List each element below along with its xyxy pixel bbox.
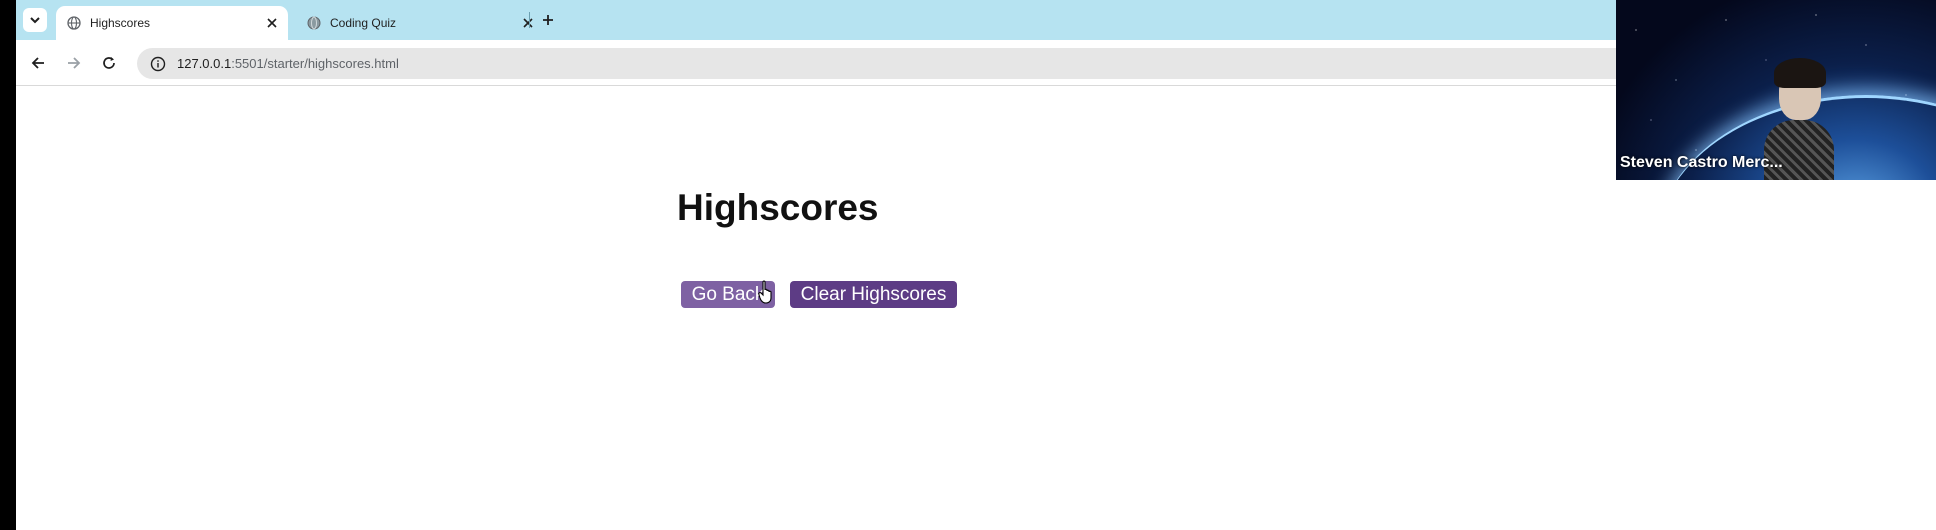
- tab-search-button[interactable]: [23, 8, 47, 32]
- tab-highscores[interactable]: Highscores: [56, 6, 288, 40]
- reload-button[interactable]: [96, 50, 122, 76]
- webcam-overlay: Steven Castro Merc...: [1616, 0, 1936, 180]
- url-text: 127.0.0.1:5501/starter/highscores.html: [177, 56, 399, 71]
- arrow-right-icon: [68, 57, 81, 69]
- tab-coding-quiz[interactable]: Coding Quiz: [296, 6, 544, 40]
- new-tab-button[interactable]: [536, 8, 560, 32]
- page-title: Highscores: [677, 187, 879, 228]
- arrow-left-icon: [31, 57, 44, 69]
- tab-title: Highscores: [90, 16, 151, 30]
- tab-title: Coding Quiz: [330, 16, 397, 30]
- tab-separator: [529, 12, 530, 28]
- reload-icon: [103, 57, 115, 69]
- clear-highscores-button[interactable]: Clear Highscores: [790, 281, 957, 308]
- globe-icon: [306, 15, 322, 31]
- address-bar[interactable]: 127.0.0.1:5501/starter/highscores.html: [137, 48, 1737, 79]
- chevron-down-icon: [30, 17, 40, 24]
- hand-pointer-icon: [758, 280, 772, 304]
- presenter-name: Steven Castro Merc...: [1620, 154, 1783, 171]
- url-path: :5501/starter/highscores.html: [231, 56, 399, 71]
- close-icon[interactable]: [518, 13, 538, 33]
- url-host: 127.0.0.1: [177, 56, 232, 71]
- globe-icon: [66, 15, 82, 31]
- forward-button[interactable]: [61, 50, 87, 76]
- site-info-icon[interactable]: [149, 55, 167, 73]
- back-button[interactable]: [25, 50, 51, 76]
- plus-icon: [543, 15, 553, 25]
- close-icon[interactable]: [262, 13, 282, 33]
